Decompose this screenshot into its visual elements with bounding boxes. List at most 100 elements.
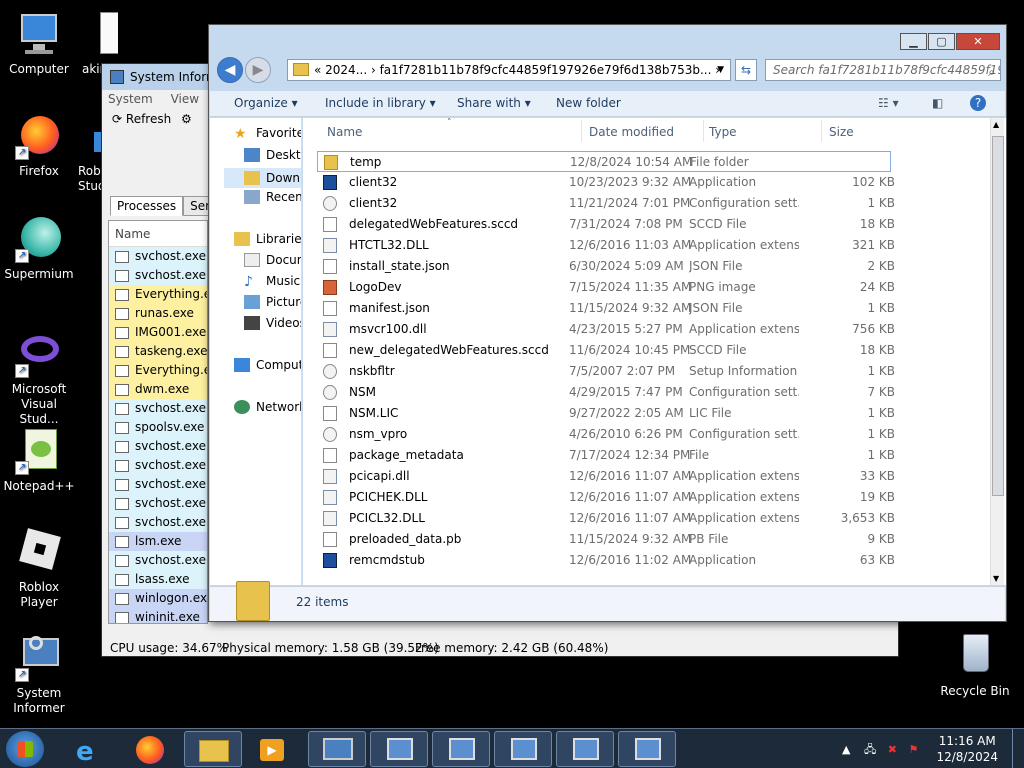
breadcrumb[interactable]: « 2024... › fa1f7281b11b78f9cfc44859f197… — [314, 63, 720, 77]
file-row[interactable]: PCICHEK.DLL 12/6/2016 11:07 AM Application… — [317, 487, 895, 508]
taskbar-internet-explorer[interactable]: e — [66, 731, 114, 767]
file-row[interactable]: pcicapi.dll 12/6/2016 11:07 AM Application… — [317, 466, 895, 487]
nav-documents[interactable]: Documents — [244, 253, 301, 267]
desktop-icon-system-informer[interactable]: ↗ System Informer — [0, 634, 78, 716]
process-row[interactable]: runas.exe — [109, 304, 207, 323]
include-in-library-button[interactable]: Include in library ▾ — [325, 96, 436, 110]
scroll-up-icon[interactable]: ▲ — [993, 120, 999, 129]
process-row[interactable]: Everything.exe — [109, 361, 207, 380]
network-tray-icon[interactable]: 🖧 — [864, 743, 876, 756]
desktop-icon-notepadpp[interactable]: ↗ Notepad++ — [0, 427, 78, 494]
taskbar-remote-session[interactable] — [494, 731, 552, 767]
menu-system[interactable]: System — [108, 92, 153, 106]
taskbar-remote-session[interactable] — [618, 731, 676, 767]
file-row[interactable]: new_delegatedWebFeatures.sccd 11/6/2024 1… — [317, 340, 895, 361]
file-row[interactable]: client32 10/23/2023 9:32 AM Application 102… — [317, 172, 895, 193]
file-row[interactable]: temp 12/8/2024 10:54 AM File folder — [317, 151, 891, 172]
menu-view[interactable]: View — [171, 92, 199, 106]
taskbar-explorer[interactable] — [184, 731, 242, 767]
scroll-thumb[interactable] — [992, 136, 1004, 496]
process-row[interactable]: svchost.exe — [109, 551, 207, 570]
file-row[interactable]: install_state.json 6/30/2024 5:09 AM JSON … — [317, 256, 895, 277]
taskbar-firefox[interactable] — [126, 731, 174, 767]
taskbar-remote-session[interactable] — [556, 731, 614, 767]
show-hidden-icons-icon[interactable]: ▲ — [842, 743, 850, 756]
process-row[interactable]: svchost.exe — [109, 475, 207, 494]
close-button[interactable]: ✕ — [956, 33, 1000, 50]
desktop-icon-computer[interactable]: Computer — [0, 10, 78, 77]
nav-computer[interactable]: Computer — [234, 358, 301, 372]
new-folder-button[interactable]: New folder — [556, 96, 621, 110]
process-row[interactable]: svchost.exe — [109, 513, 207, 532]
process-row[interactable]: Everything.exe — [109, 285, 207, 304]
column-divider[interactable] — [581, 120, 582, 142]
file-row[interactable]: package_metadata 7/17/2024 12:34 PM File 1 … — [317, 445, 895, 466]
process-row[interactable]: svchost.exe — [109, 494, 207, 513]
forward-button[interactable]: ▶ — [245, 57, 271, 83]
process-list[interactable]: Name svchost.exe svchost.exe Everything.ex… — [108, 220, 208, 624]
process-row[interactable]: taskeng.exe — [109, 342, 207, 361]
volume-muted-icon[interactable]: ✖ — [888, 743, 897, 756]
show-desktop-button[interactable] — [1012, 729, 1024, 768]
taskbar-system-informer[interactable] — [308, 731, 366, 767]
preview-pane-icon[interactable]: ◧ — [932, 96, 943, 110]
taskbar-media-player[interactable]: ▶ — [248, 731, 296, 767]
minimize-button[interactable]: ▁ — [900, 33, 927, 50]
share-with-button[interactable]: Share with ▾ — [457, 96, 531, 110]
nav-recent-places[interactable]: Recent Places — [244, 190, 301, 204]
process-row[interactable]: svchost.exe — [109, 247, 207, 266]
process-row[interactable]: svchost.exe — [109, 399, 207, 418]
explorer-window[interactable]: ▁ ▢ ✕ ◀ ▶ « 2024... › fa1f7281b11b78f9cf… — [208, 24, 1007, 622]
organize-button[interactable]: Organize ▾ — [234, 96, 298, 110]
file-row[interactable]: remcmdstub 12/6/2016 11:02 AM Application 6… — [317, 550, 895, 571]
taskbar-remote-session[interactable] — [432, 731, 490, 767]
process-row[interactable]: svchost.exe — [109, 437, 207, 456]
address-dropdown-icon[interactable]: ▼ — [717, 60, 724, 80]
column-header-name[interactable]: Name — [327, 125, 362, 139]
clock[interactable]: 11:16 AM 12/8/2024 — [936, 733, 998, 765]
file-row[interactable]: nsm_vpro 4/26/2010 6:26 PM Configuration s… — [317, 424, 895, 445]
nav-pictures[interactable]: Pictures — [244, 295, 301, 309]
file-row[interactable]: NSM.LIC 9/27/2022 2:05 AM LIC File 1 KB — [317, 403, 895, 424]
nav-desktop[interactable]: Desktop — [244, 148, 301, 162]
action-center-icon[interactable]: ⚑ — [908, 743, 918, 756]
nav-favorites[interactable]: ★ Favorites — [234, 126, 301, 142]
column-header-date[interactable]: Date modified — [589, 125, 674, 139]
column-header-name[interactable]: Name — [109, 221, 207, 247]
start-button[interactable] — [6, 731, 44, 767]
file-row[interactable]: msvcr100.dll 4/23/2015 5:27 PM Application… — [317, 319, 895, 340]
column-header-size[interactable]: Size — [829, 125, 854, 139]
address-bar[interactable]: « 2024... › fa1f7281b11b78f9cfc44859f197… — [287, 59, 731, 81]
process-row[interactable]: dwm.exe — [109, 380, 207, 399]
process-row[interactable]: IMG001.exe — [109, 323, 207, 342]
file-row[interactable]: client32 11/21/2024 7:01 PM Configuration … — [317, 193, 895, 214]
options-gear-icon[interactable]: ⚙ — [181, 112, 192, 126]
file-row[interactable]: manifest.json 11/15/2024 9:32 AM JSON File… — [317, 298, 895, 319]
refresh-button[interactable]: ⟳ Refresh ⚙ — [112, 112, 192, 126]
taskbar-remote-session[interactable] — [370, 731, 428, 767]
desktop-icon-roblox-player[interactable]: Roblox Player — [0, 528, 78, 610]
search-input[interactable]: Search fa1f7281b11b78f9cfc44859f197... ⌕ — [765, 59, 1001, 81]
back-button[interactable]: ◀ — [217, 57, 243, 83]
nav-videos[interactable]: Videos — [244, 316, 301, 330]
process-row[interactable]: lsass.exe — [109, 570, 207, 589]
nav-network[interactable]: Network — [234, 400, 301, 414]
file-list[interactable]: Name ˄ Date modified Type Size temp 12/8/… — [303, 118, 1006, 585]
help-icon[interactable]: ? — [970, 95, 986, 111]
file-row[interactable]: NSM 4/29/2015 7:47 PM Configuration sett..… — [317, 382, 895, 403]
scroll-down-icon[interactable]: ▼ — [993, 574, 999, 583]
desktop-icon-roblox-studio[interactable]: Roblox Studio — [78, 112, 102, 194]
process-row[interactable]: svchost.exe — [109, 266, 207, 285]
process-row[interactable]: winlogon.exe — [109, 589, 207, 608]
desktop-icon-recycle-bin[interactable]: Recycle Bin — [936, 632, 1014, 699]
process-row[interactable]: wininit.exe — [109, 608, 207, 623]
file-row[interactable]: nskbfltr 7/5/2007 2:07 PM Setup Informatio… — [317, 361, 895, 382]
desktop-icon-firefox[interactable]: ↗ Firefox — [0, 112, 78, 179]
view-options-icon[interactable]: ☷ ▾ — [878, 96, 899, 110]
process-row[interactable]: lsm.exe — [109, 532, 207, 551]
column-header-type[interactable]: Type — [709, 125, 737, 139]
tab-processes[interactable]: Processes — [110, 196, 184, 216]
maximize-button[interactable]: ▢ — [928, 33, 955, 50]
process-row[interactable]: svchost.exe — [109, 456, 207, 475]
file-row[interactable]: PCICL32.DLL 12/6/2016 11:07 AM Application… — [317, 508, 895, 529]
